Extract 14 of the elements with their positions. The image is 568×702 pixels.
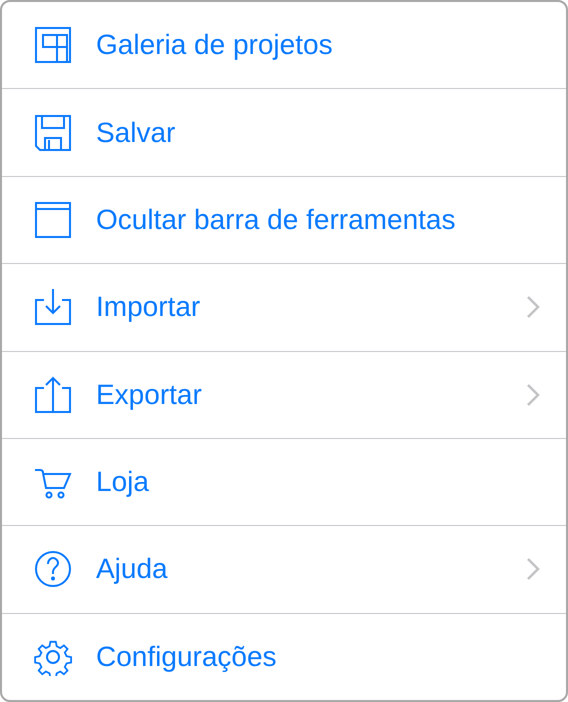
menu-item[interactable]: Configurações: [2, 614, 566, 700]
save-icon: [34, 114, 72, 152]
gallery-icon: [34, 26, 72, 64]
help-icon: [34, 550, 72, 588]
menu-item[interactable]: Salvar: [2, 89, 566, 177]
menu-item[interactable]: Loja: [2, 438, 566, 526]
menu-item[interactable]: Importar: [2, 264, 566, 352]
menu-item[interactable]: Galeria de projetos: [2, 2, 566, 90]
export-icon: [34, 376, 72, 414]
window-icon: [34, 200, 72, 239]
import-icon: [34, 288, 72, 326]
menu-item[interactable]: Ocultar barra de ferramentas: [2, 176, 566, 264]
menu-item[interactable]: Exportar: [2, 352, 566, 439]
menu-item[interactable]: Ajuda: [2, 526, 566, 614]
